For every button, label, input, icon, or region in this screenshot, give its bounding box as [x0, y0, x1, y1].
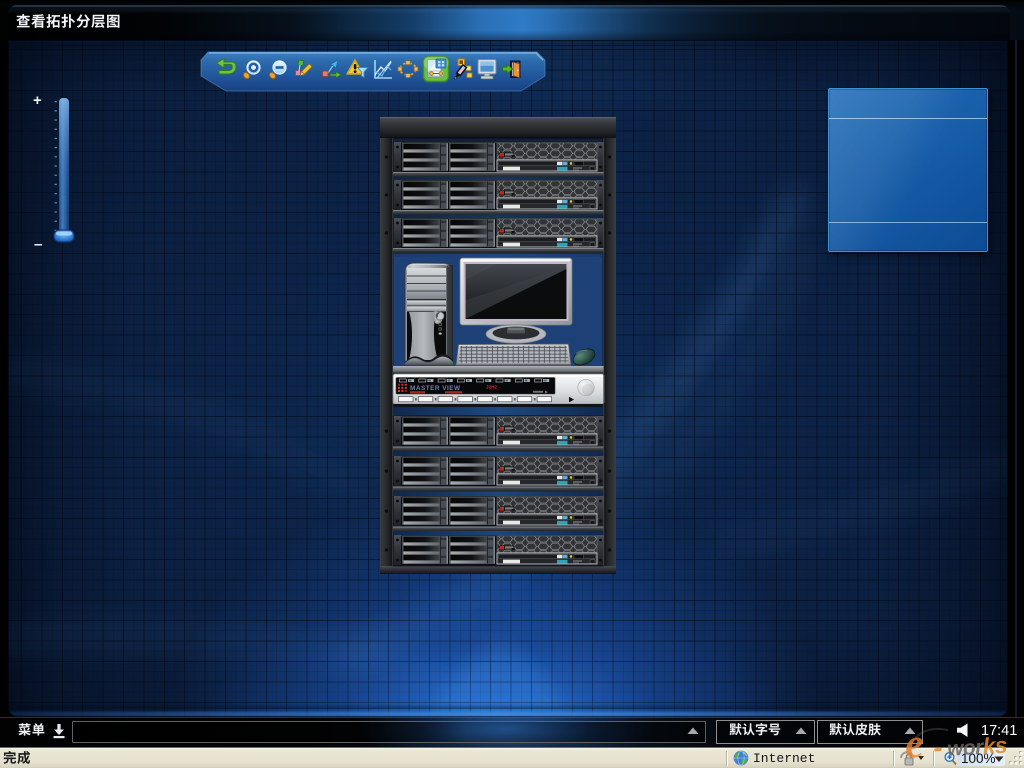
svg-text:MASTER VIEW: MASTER VIEW: [410, 385, 461, 392]
svg-text:e: e: [904, 721, 925, 768]
svg-text:J2H2: J2H2: [486, 385, 497, 390]
svg-text:works: works: [946, 733, 1007, 761]
